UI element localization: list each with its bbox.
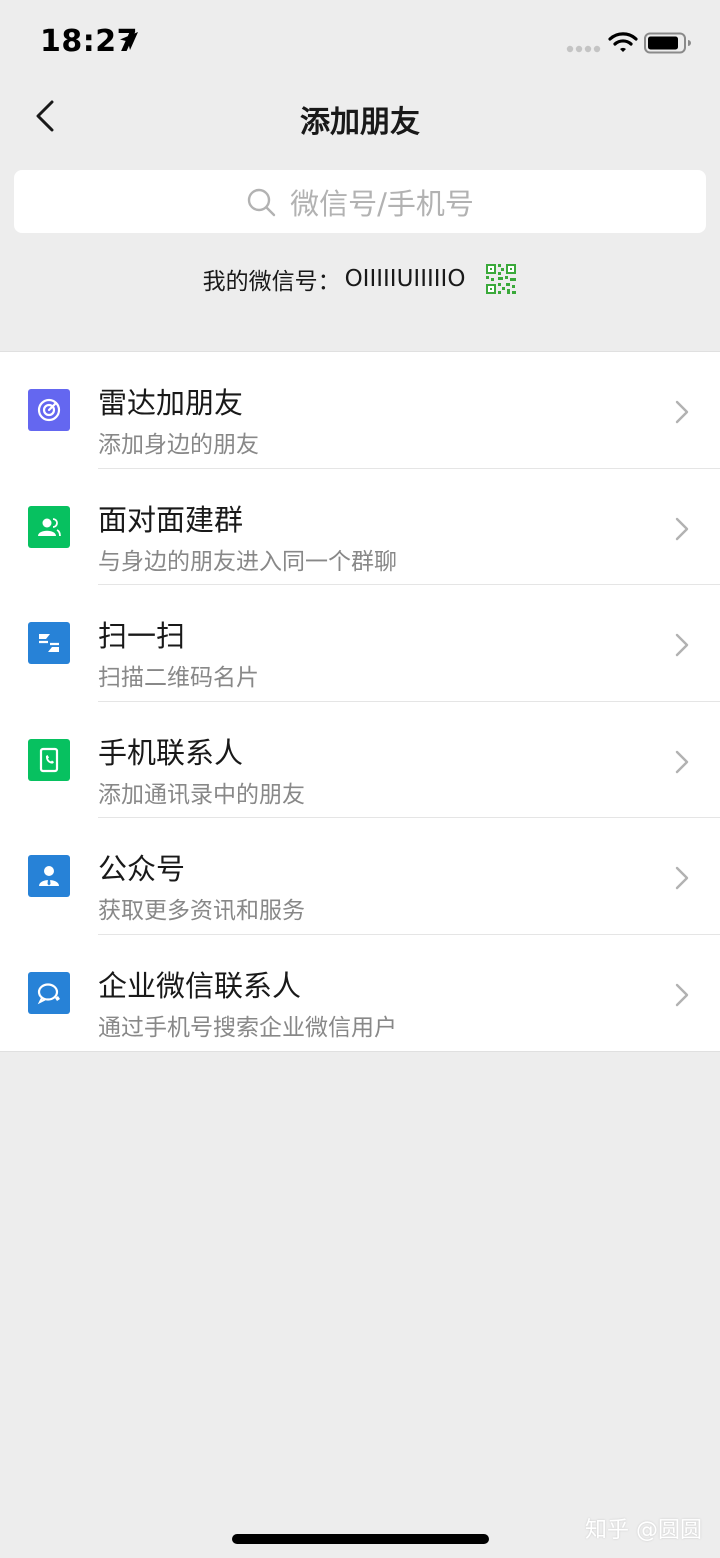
chevron-right-icon [675,400,689,424]
official-account-icon [28,855,70,897]
list-item-scan[interactable]: 扫一扫 扫描二维码名片 [0,585,720,702]
phone-icon [28,738,70,781]
item-subtitle: 与身边的朋友进入同一个群聊 [98,548,397,575]
item-subtitle: 添加通讯录中的朋友 [98,781,305,808]
item-title: 雷达加朋友 [98,386,244,420]
list-item-wecom-contacts[interactable]: 企业微信联系人 通过手机号搜索企业微信用户 [0,935,720,1052]
add-friend-options-list: 雷达加朋友 添加身边的朋友 面对面建群 与身边的朋友进入同一个群聊 扫一扫 扫描… [0,351,720,1052]
list-item-official-accounts[interactable]: 公众号 获取更多资讯和服务 [0,818,720,935]
watermark: 知乎 @圆圆 [585,1518,702,1543]
list-item-face-to-face-group[interactable]: 面对面建群 与身边的朋友进入同一个群聊 [0,469,720,585]
qr-code-icon[interactable] [485,263,517,295]
chevron-right-icon [675,633,689,657]
list-item-radar[interactable]: 雷达加朋友 添加身边的朋友 [0,352,720,469]
item-title: 面对面建群 [98,502,244,537]
screen: 18:27 添加朋友 微信号/手机号 我的微信号： OIIIIIUIIIIIO … [0,0,720,1558]
scan-icon [28,622,70,664]
chevron-right-icon [675,517,689,540]
my-wechat-id-value: OIIIIIUIIIIIO [344,266,466,292]
my-wechat-id-label: 我的微信号： [202,269,341,295]
location-arrow-icon [120,32,138,50]
search-icon [247,188,276,216]
item-title: 扫一扫 [98,619,186,653]
item-subtitle: 获取更多资讯和服务 [98,898,305,924]
wecom-icon [28,971,70,1014]
radar-icon [28,389,70,431]
item-subtitle: 扫描二维码名片 [98,665,259,691]
item-subtitle: 添加身边的朋友 [98,432,259,458]
navigation-bar: 添加朋友 [0,88,720,144]
search-placeholder: 微信号/手机号 [290,186,474,221]
group-icon [28,505,70,548]
search-input[interactable]: 微信号/手机号 [14,170,706,233]
status-bar: 18:27 [0,0,720,88]
list-item-phone-contacts[interactable]: 手机联系人 添加通讯录中的朋友 [0,702,720,818]
item-title: 公众号 [98,852,186,886]
item-subtitle: 通过手机号搜索企业微信用户 [98,1014,397,1041]
wifi-icon [608,32,638,52]
search-input-inner: 微信号/手机号 [14,170,706,233]
item-title: 手机联系人 [98,735,244,770]
item-title: 企业微信联系人 [98,968,302,1003]
chevron-right-icon [675,866,689,890]
battery-icon [644,32,691,54]
page-title: 添加朋友 [300,105,420,140]
my-wechat-id[interactable]: 我的微信号： OIIIIIUIIIIIO [0,262,720,296]
cellular-signal-icon [566,45,601,53]
chevron-right-icon [675,983,689,1006]
chevron-right-icon [675,750,689,773]
home-indicator[interactable] [232,1534,489,1544]
